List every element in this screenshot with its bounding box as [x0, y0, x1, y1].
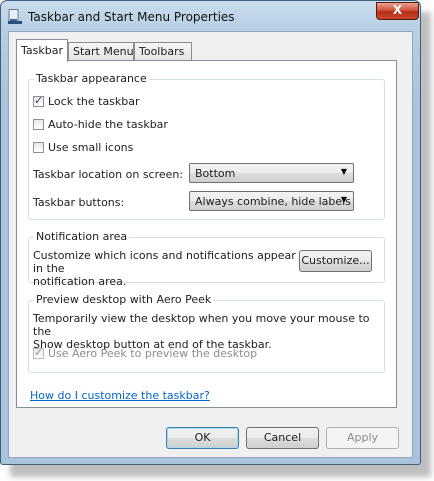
chevron-down-icon: ▼ — [340, 167, 347, 176]
properties-window: Taskbar and Start Menu Properties X Task… — [0, 0, 421, 465]
lock-taskbar-label: Lock the taskbar — [48, 95, 140, 108]
autohide-taskbar-label: Auto-hide the taskbar — [48, 118, 168, 131]
taskbar-tab-panel: Taskbar appearance Lock the taskbar Auto… — [16, 60, 397, 408]
lock-taskbar-row[interactable]: Lock the taskbar — [33, 94, 140, 109]
small-icons-row[interactable]: Use small icons — [33, 141, 133, 155]
close-icon: X — [392, 3, 403, 17]
taskbar-location-label: Taskbar location on screen: — [33, 168, 184, 181]
taskbar-buttons-label: Taskbar buttons: — [33, 196, 125, 209]
title-bar[interactable]: Taskbar and Start Menu Properties X — [1, 1, 420, 31]
taskbar-appearance-group: Taskbar appearance Lock the taskbar Auto… — [28, 72, 385, 220]
tab-toolbars[interactable]: Toolbars — [134, 42, 192, 61]
taskbar-location-select[interactable]: Bottom ▼ — [189, 163, 354, 183]
help-link[interactable]: How do I customize the taskbar? — [30, 389, 210, 402]
small-icons-checkbox[interactable] — [33, 142, 44, 153]
aero-peek-text-line1: Temporarily view the desktop when you mo… — [33, 312, 370, 338]
taskbar-buttons-value: Always combine, hide labels — [195, 195, 351, 208]
autohide-taskbar-checkbox[interactable] — [33, 119, 44, 130]
aero-peek-label: Use Aero Peek to preview the desktop — [48, 347, 258, 360]
notification-text-line2: notification area. — [33, 275, 127, 288]
notification-text-line1: Customize which icons and notifications … — [33, 249, 296, 275]
apply-button[interactable]: Apply — [326, 427, 399, 449]
autohide-taskbar-row[interactable]: Auto-hide the taskbar — [33, 118, 168, 132]
aero-peek-description: Temporarily view the desktop when you mo… — [33, 312, 381, 351]
lock-taskbar-checkbox[interactable] — [33, 94, 44, 107]
aero-peek-row[interactable]: Use Aero Peek to preview the desktop — [33, 346, 258, 361]
chevron-down-icon: ▼ — [340, 195, 347, 204]
customize-button[interactable]: Customize... — [299, 250, 372, 272]
notification-area-description: Customize which icons and notifications … — [33, 249, 298, 288]
ok-button[interactable]: OK — [166, 427, 239, 449]
close-button[interactable]: X — [376, 2, 419, 20]
notification-area-group: Notification area Customize which icons … — [28, 230, 385, 288]
taskbar-appearance-title: Taskbar appearance — [34, 72, 149, 85]
window-title: Taskbar and Start Menu Properties — [28, 10, 235, 24]
cancel-button[interactable]: Cancel — [246, 427, 319, 449]
notification-area-title: Notification area — [34, 230, 130, 243]
taskbar-location-value: Bottom — [195, 167, 236, 180]
aero-peek-title: Preview desktop with Aero Peek — [34, 293, 214, 306]
aero-peek-group: Preview desktop with Aero Peek Temporari… — [28, 293, 385, 373]
small-icons-label: Use small icons — [48, 141, 134, 154]
aero-peek-checkbox[interactable] — [33, 346, 44, 359]
taskbar-buttons-select[interactable]: Always combine, hide labels ▼ — [189, 191, 354, 211]
taskbar-app-icon — [8, 9, 22, 24]
tab-start-menu[interactable]: Start Menu — [68, 42, 134, 61]
tab-taskbar[interactable]: Taskbar — [16, 39, 68, 62]
dialog-client-area: Taskbar Start Menu Toolbars Taskbar appe… — [8, 31, 413, 458]
